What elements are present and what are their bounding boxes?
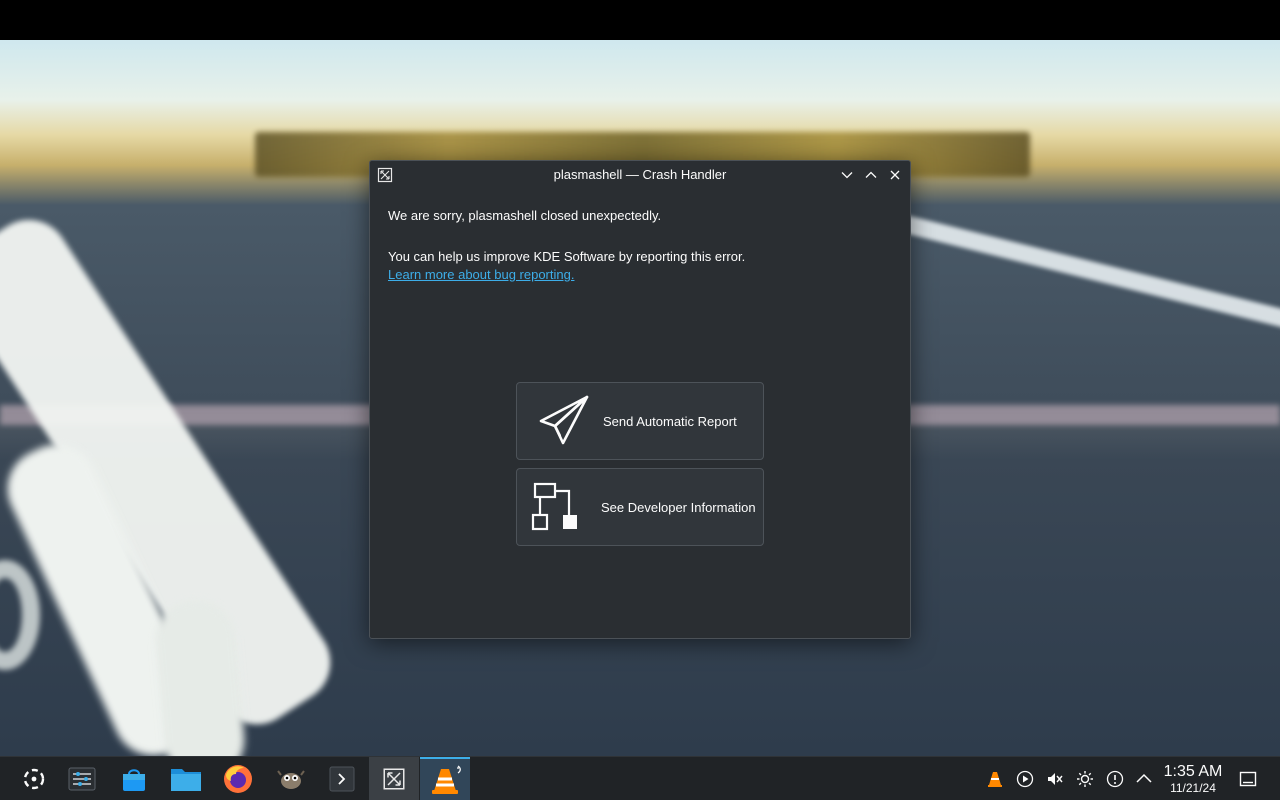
title-bar[interactable]: plasmashell — Crash Handler [370,161,910,189]
wallpaper-road-marking [0,560,40,670]
vlc-tray-icon[interactable] [985,769,1005,789]
dolphin-files-icon [171,769,201,791]
screen-letterbox-top [0,0,1280,40]
show-hidden-icon[interactable] [1134,769,1154,789]
chevron-down-icon [841,172,853,179]
updates-icon[interactable] [1105,769,1125,789]
crash-handler-icon [383,768,405,790]
show-desktop-button[interactable] [1238,769,1258,789]
bug-reporting-link[interactable]: Learn more about bug reporting. [388,266,574,284]
volume-muted-icon[interactable] [1045,769,1065,789]
taskbar-konsole[interactable] [321,757,363,800]
maximize-button[interactable] [862,166,880,184]
taskbar: 1:35 AM 11/21/24 [0,756,1280,800]
help-message: You can help us improve KDE Software by … [388,249,746,264]
taskbar-gimp[interactable] [269,757,313,800]
dialog-content: We are sorry, plasmashell closed unexpec… [388,207,892,284]
clock-date: 11/21/24 [1170,781,1216,795]
taskbar-vlc[interactable] [420,757,470,800]
taskbar-discover[interactable] [113,757,155,800]
window-title: plasmashell — Crash Handler [553,167,727,182]
minimize-button[interactable] [838,166,856,184]
paper-plane-icon [533,391,593,451]
brightness-icon[interactable] [1075,769,1095,789]
close-button[interactable] [886,166,904,184]
system-settings-icon [68,767,96,791]
application-launcher-button[interactable] [14,757,54,800]
wallpaper-road-line [902,215,1280,330]
gimp-icon [277,770,305,789]
see-developer-information-button[interactable]: See Developer Information [516,468,764,546]
application-launcher-icon [23,768,45,790]
clock-time: 1:35 AM [1163,763,1223,780]
taskbar-system-settings[interactable] [61,757,103,800]
vlc-icon [432,765,461,794]
crash-handler-dialog: plasmashell — Crash Handler We are sorry… [369,160,911,639]
send-automatic-report-label: Send Automatic Report [603,413,737,429]
crash-message: We are sorry, plasmashell closed unexpec… [388,208,662,223]
show-desktop-icon [1239,771,1257,787]
konsole-terminal-icon [329,766,355,792]
close-icon [890,170,900,180]
see-developer-information-label: See Developer Information [601,499,756,515]
discover-store-icon [123,769,145,791]
digital-clock[interactable]: 1:35 AM 11/21/24 [1160,763,1226,795]
chevron-up-icon [865,171,877,178]
firefox-icon [224,765,252,793]
developer-diagram-icon [527,477,587,537]
send-automatic-report-button[interactable]: Send Automatic Report [516,382,764,460]
taskbar-firefox[interactable] [216,757,260,800]
taskbar-crash-handler[interactable] [369,757,419,800]
taskbar-dolphin[interactable] [164,757,208,800]
media-player-icon[interactable] [1015,769,1035,789]
